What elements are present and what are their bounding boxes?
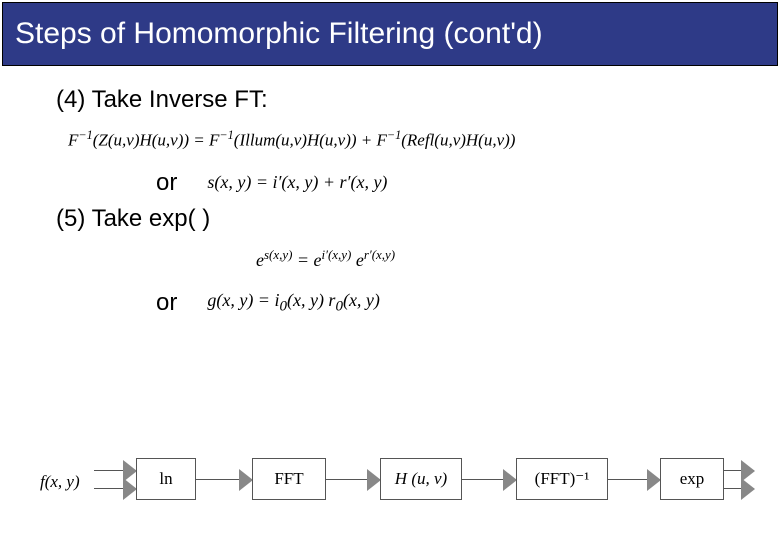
pipeline-stage-exp: exp [660,458,724,500]
arrow-icon [608,479,660,480]
slide-title: Steps of Homomorphic Filtering (cont'd) [2,2,778,66]
pipeline-stage-fft: FFT [252,458,326,500]
pipeline-diagram: f(x, y) ln FFT H (u, v) (FFT)⁻¹ exp [40,450,756,516]
pipeline-input: f(x, y) [40,472,80,492]
pipeline-stage-ln: ln [136,458,196,500]
pipeline-stage-filter: H (u, v) [380,458,462,500]
arrow-icon [462,479,516,480]
arrow-icon [94,488,136,489]
step5-alt-row: or g(x, y) = i0(x, y) r0(x, y) [56,289,780,317]
slide-body: (4) Take Inverse FT: F−1(Z(u,v)H(u,v)) =… [0,68,780,317]
step4-alt-equation: s(x, y) = i′(x, y) + r′(x, y) [207,172,387,193]
step5-alt-equation: g(x, y) = i0(x, y) r0(x, y) [207,290,380,316]
pipeline-stage-ifft: (FFT)⁻¹ [516,458,608,500]
step5-or: or [156,289,177,317]
step4-or: or [156,169,177,197]
step5-equation: es(x,y) = ei′(x,y) er′(x,y) [256,247,780,271]
arrow-icon [724,470,754,471]
step4-equation: F−1(Z(u,v)H(u,v)) = F−1(Illum(u,v)H(u,v)… [68,128,780,151]
step4-label: (4) Take Inverse FT: [56,86,780,114]
arrow-icon [94,470,136,471]
step5-label: (5) Take exp( ) [56,205,780,233]
arrow-icon [196,479,252,480]
arrow-icon [326,479,380,480]
step4-alt-row: or s(x, y) = i′(x, y) + r′(x, y) [56,169,780,197]
arrow-icon [724,488,754,489]
